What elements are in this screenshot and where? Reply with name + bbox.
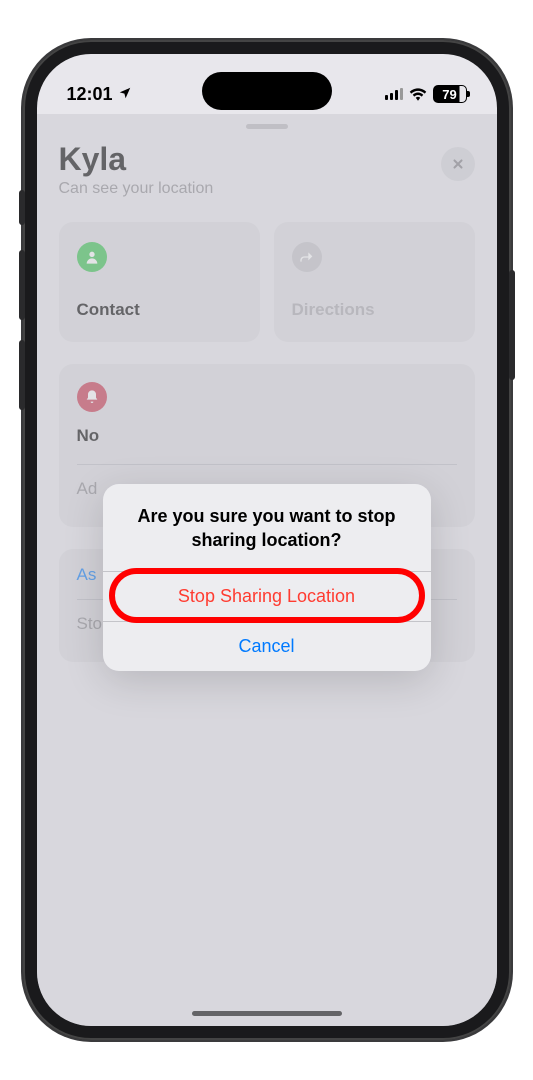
cancel-button[interactable]: Cancel [103,621,431,671]
alert-title: Are you sure you want to stop sharing lo… [103,484,431,571]
volume-down-button [19,340,25,410]
silent-switch [19,190,25,225]
confirmation-alert: Are you sure you want to stop sharing lo… [103,484,431,671]
wifi-icon [409,87,427,101]
dynamic-island [202,72,332,110]
volume-up-button [19,250,25,320]
phone-frame: 12:01 79 Kyla Can see your location [23,40,511,1040]
location-services-icon [118,86,132,103]
stop-sharing-button[interactable]: Stop Sharing Location [103,571,431,621]
cellular-signal-icon [385,88,403,100]
status-time: 12:01 [67,84,113,105]
battery-indicator: 79 [433,85,467,103]
power-button [509,270,515,380]
screen: 12:01 79 Kyla Can see your location [37,54,497,1026]
